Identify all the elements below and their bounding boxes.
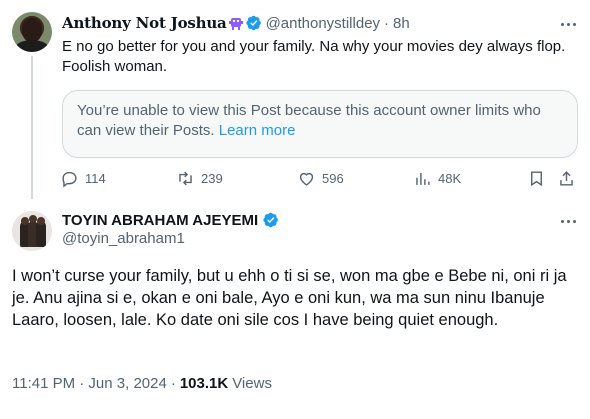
like-icon — [299, 172, 314, 186]
avatar[interactable] — [12, 211, 52, 251]
share-button[interactable] — [557, 167, 582, 189]
bookmark-button[interactable] — [527, 167, 552, 189]
reply-tweet[interactable]: Anthony Not Joshua @anthonystilldey · 8h — [0, 0, 590, 199]
share-icon — [560, 170, 573, 186]
avatar-figure-head — [37, 217, 45, 225]
views-icon — [416, 172, 430, 185]
avatar-figure-head — [29, 215, 37, 223]
separator-dot: · — [384, 14, 390, 32]
timestamp[interactable]: 11:41 PM · Jun 3, 2024 — [12, 375, 167, 392]
more-options-icon[interactable] — [558, 211, 578, 231]
verified-badge-icon[interactable] — [246, 15, 262, 31]
tweet-text: I won’t curse your family, but u ehh o t… — [12, 267, 567, 329]
bookmark-icon — [531, 170, 542, 186]
verified-badge-icon[interactable] — [263, 212, 279, 228]
tweet-text: E no go better for you and your family. … — [62, 38, 566, 75]
views-button[interactable]: 48K — [413, 167, 461, 189]
handle[interactable]: @anthonystilldey — [266, 15, 380, 32]
separator-dot: · — [170, 375, 176, 392]
main-tweet[interactable]: TOYIN ABRAHAM AJEYEMI @toyin_abraham1 I … — [0, 199, 590, 419]
display-name[interactable]: TOYIN ABRAHAM AJEYEMI — [62, 212, 258, 229]
reply-icon — [62, 171, 77, 187]
tweet-header: Anthony Not Joshua @anthonystilldey · 8h — [62, 13, 410, 33]
reply-button[interactable]: 114 — [60, 167, 106, 189]
tweet-timestamp-row: 11:41 PM · Jun 3, 2024 · 103.1K Views — [12, 375, 272, 392]
views-label: Views — [232, 375, 272, 392]
learn-more-link[interactable]: Learn more — [219, 122, 296, 139]
repost-count: 239 — [201, 170, 223, 186]
reply-count: 114 — [85, 170, 106, 186]
unavailable-post-notice: You’re unable to view this Post because … — [62, 90, 578, 158]
time-ago[interactable]: 8h — [393, 15, 410, 32]
action-bar: 114 239 596 48K — [60, 167, 580, 189]
views-count: 103.1K — [179, 375, 229, 392]
avatar-shirt — [14, 40, 50, 52]
like-count: 596 — [322, 170, 344, 186]
more-options-icon[interactable] — [558, 14, 578, 34]
handle[interactable]: @toyin_abraham1 — [62, 230, 185, 247]
repost-button[interactable]: 239 — [176, 167, 223, 189]
display-name[interactable]: Anthony Not Joshua — [62, 14, 227, 32]
views-count: 48K — [438, 170, 462, 186]
repost-icon — [179, 171, 192, 185]
like-button[interactable]: 596 — [297, 167, 344, 189]
avatar[interactable] — [12, 12, 52, 52]
alien-emoji-icon — [228, 16, 243, 30]
avatar-face — [22, 18, 42, 42]
thread-connector-line — [31, 56, 33, 199]
unavailable-message: You’re unable to view this Post because … — [77, 102, 541, 139]
display-name-row: TOYIN ABRAHAM AJEYEMI — [62, 210, 279, 230]
